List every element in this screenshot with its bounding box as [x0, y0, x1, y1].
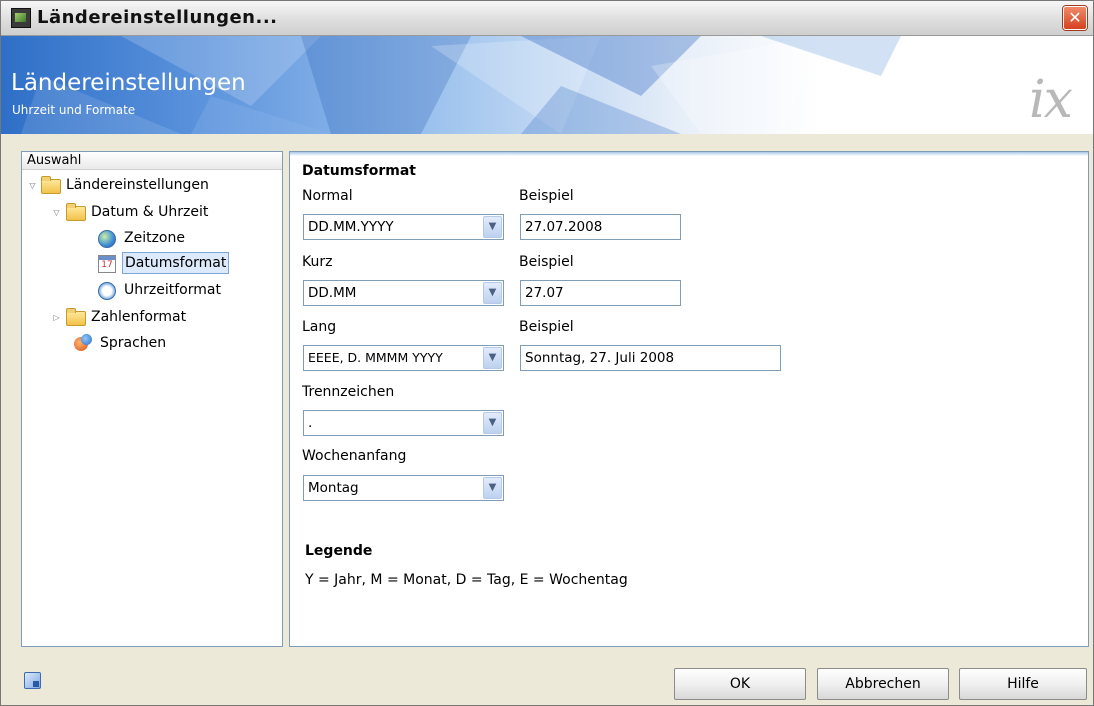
select-value: .: [308, 415, 313, 431]
select-value: DD.MM.YYYY: [308, 219, 394, 235]
dialog-window: Ländereinstellungen... ✕ Ländereinstellu…: [0, 0, 1094, 706]
tree-node-label: Zeitzone: [124, 230, 185, 246]
folder-icon: [41, 176, 61, 194]
tree-node-label: Ländereinstellungen: [66, 177, 209, 193]
cancel-button[interactable]: Abbrechen: [817, 668, 949, 700]
tree-node-datum-uhrzeit[interactable]: ▽ Datum & Uhrzeit: [52, 201, 272, 223]
banner-title: Ländereinstellungen: [11, 70, 246, 96]
language-icon: [74, 334, 92, 352]
trennzeichen-select[interactable]: . ▼: [303, 410, 504, 436]
banner-subtitle: Uhrzeit und Formate: [12, 103, 136, 117]
calendar-icon: 17: [98, 255, 116, 273]
tree-node-laendereinstellungen[interactable]: ▽ Ländereinstellungen: [28, 174, 278, 196]
wochenanfang-select[interactable]: Montag ▼: [303, 475, 504, 501]
folder-icon: [66, 203, 86, 221]
label-beispiel-kurz: Beispiel: [519, 254, 574, 270]
tree-node-sprachen[interactable]: Sprachen: [74, 332, 264, 354]
label-beispiel-normal: Beispiel: [519, 188, 574, 204]
label-wochenanfang: Wochenanfang: [302, 448, 407, 464]
normal-format-select[interactable]: DD.MM.YYYY ▼: [303, 214, 504, 240]
chevron-down-icon[interactable]: ▼: [483, 477, 502, 499]
select-value: Montag: [308, 480, 359, 496]
tree-node-uhrzeitformat[interactable]: Uhrzeitformat: [98, 279, 268, 301]
tree-node-datumsformat[interactable]: 17 Datumsformat: [98, 252, 268, 274]
label-normal: Normal: [302, 188, 353, 204]
label-lang: Lang: [302, 319, 337, 335]
chevron-down-icon[interactable]: ▼: [483, 282, 502, 304]
app-icon: [11, 8, 31, 28]
folder-icon: [66, 308, 86, 326]
legend-title: Legende: [305, 543, 373, 559]
section-title-datumsformat: Datumsformat: [302, 163, 416, 179]
ok-button[interactable]: OK: [674, 668, 806, 700]
tree-node-zeitzone[interactable]: Zeitzone: [98, 227, 268, 249]
panel-top-gradient: [290, 152, 1088, 156]
brand-logo: ix: [1029, 70, 1073, 130]
title-bar[interactable]: Ländereinstellungen... ✕: [1, 1, 1093, 36]
help-button[interactable]: Hilfe: [959, 668, 1087, 700]
example-lang-field[interactable]: Sonntag, 27. Juli 2008: [520, 345, 781, 371]
collapse-icon[interactable]: ▽: [52, 208, 61, 217]
globe-icon: [98, 230, 116, 248]
content-panel: Datumsformat Normal Beispiel DD.MM.YYYY …: [289, 151, 1089, 647]
window-state-icon[interactable]: [24, 672, 41, 689]
tree-node-label: Datumsformat: [122, 252, 230, 274]
clock-icon: [98, 282, 116, 300]
legend-text: Y = Jahr, M = Monat, D = Tag, E = Wochen…: [305, 572, 628, 588]
select-value: DD.MM: [308, 285, 357, 301]
collapse-icon[interactable]: ▽: [28, 181, 37, 190]
lang-format-select[interactable]: EEEE, D. MMMM YYYY ▼: [303, 345, 504, 371]
label-kurz: Kurz: [302, 254, 333, 270]
chevron-down-icon[interactable]: ▼: [483, 347, 502, 369]
kurz-format-select[interactable]: DD.MM ▼: [303, 280, 504, 306]
chevron-down-icon[interactable]: ▼: [483, 216, 502, 238]
example-kurz-field[interactable]: 27.07: [520, 280, 681, 306]
tree-panel: Auswahl ▽ Ländereinstellungen ▽ Datum & …: [21, 151, 283, 647]
label-beispiel-lang: Beispiel: [519, 319, 574, 335]
tree-node-label: Uhrzeitformat: [124, 282, 221, 298]
select-value: EEEE, D. MMMM YYYY: [308, 350, 443, 365]
example-normal-field[interactable]: 27.07.2008: [520, 214, 681, 240]
tree-node-zahlenformat[interactable]: ▷ Zahlenformat: [52, 306, 272, 328]
tree-node-label: Datum & Uhrzeit: [91, 204, 209, 220]
label-trennzeichen: Trennzeichen: [302, 384, 395, 400]
button-bar: OK Abbrechen Hilfe: [1, 653, 1093, 705]
expand-icon[interactable]: ▷: [52, 313, 61, 322]
close-button[interactable]: ✕: [1063, 6, 1087, 30]
tree-node-label: Zahlenformat: [91, 309, 187, 325]
chevron-down-icon[interactable]: ▼: [483, 412, 502, 434]
header-banner: Ländereinstellungen Uhrzeit und Formate …: [1, 36, 1093, 134]
tree-header: Auswahl: [22, 152, 282, 170]
tree-node-label: Sprachen: [100, 335, 167, 351]
window-title: Ländereinstellungen...: [37, 7, 278, 28]
